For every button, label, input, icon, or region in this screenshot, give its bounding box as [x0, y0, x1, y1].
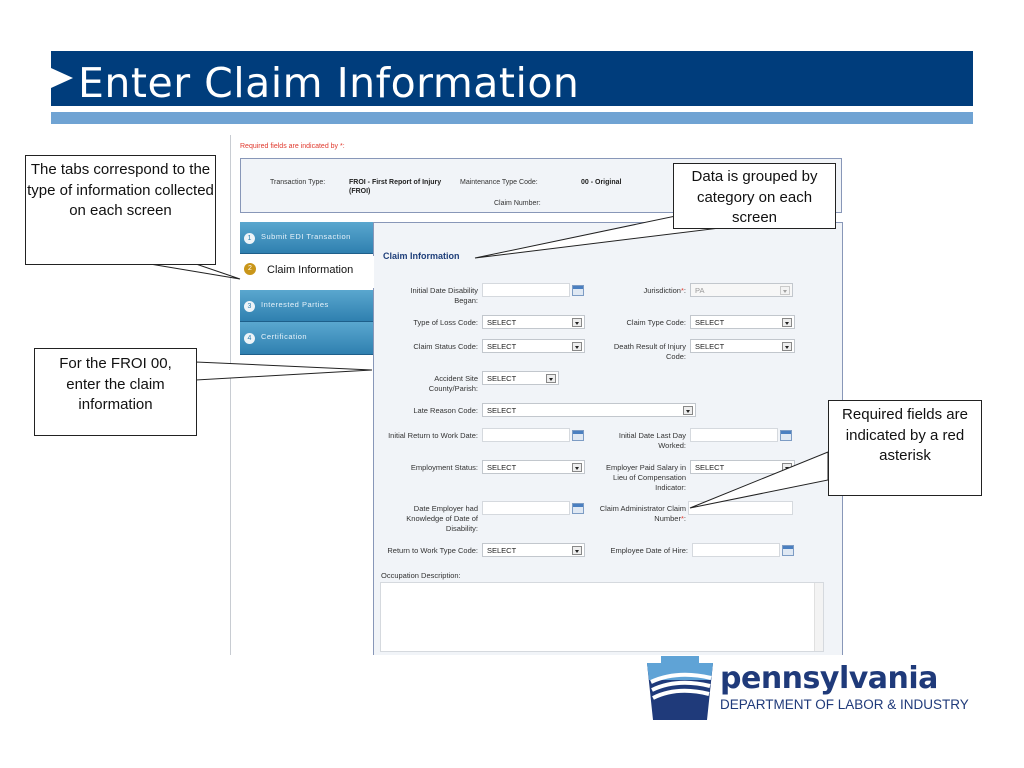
froi-callout: For the FROI 00, enter the claim informa… [34, 348, 197, 436]
logo-text: pennsylvania DEPARTMENT OF LABOR & INDUS… [720, 664, 969, 714]
tabs-callout: The tabs correspond to the type of infor… [25, 155, 216, 265]
logo-name: pennsylvania [720, 661, 938, 696]
froi-callout-pointer [195, 361, 373, 381]
keystone-logo-icon [647, 656, 713, 720]
grouped-callout: Data is grouped by category on each scre… [673, 163, 836, 229]
required-callout-pointer [689, 451, 829, 509]
logo-subtitle: DEPARTMENT OF LABOR & INDUSTRY [720, 697, 969, 712]
tabs-callout-pointer [149, 263, 241, 280]
required-callout: Required fields are indicated by a red a… [828, 400, 982, 496]
